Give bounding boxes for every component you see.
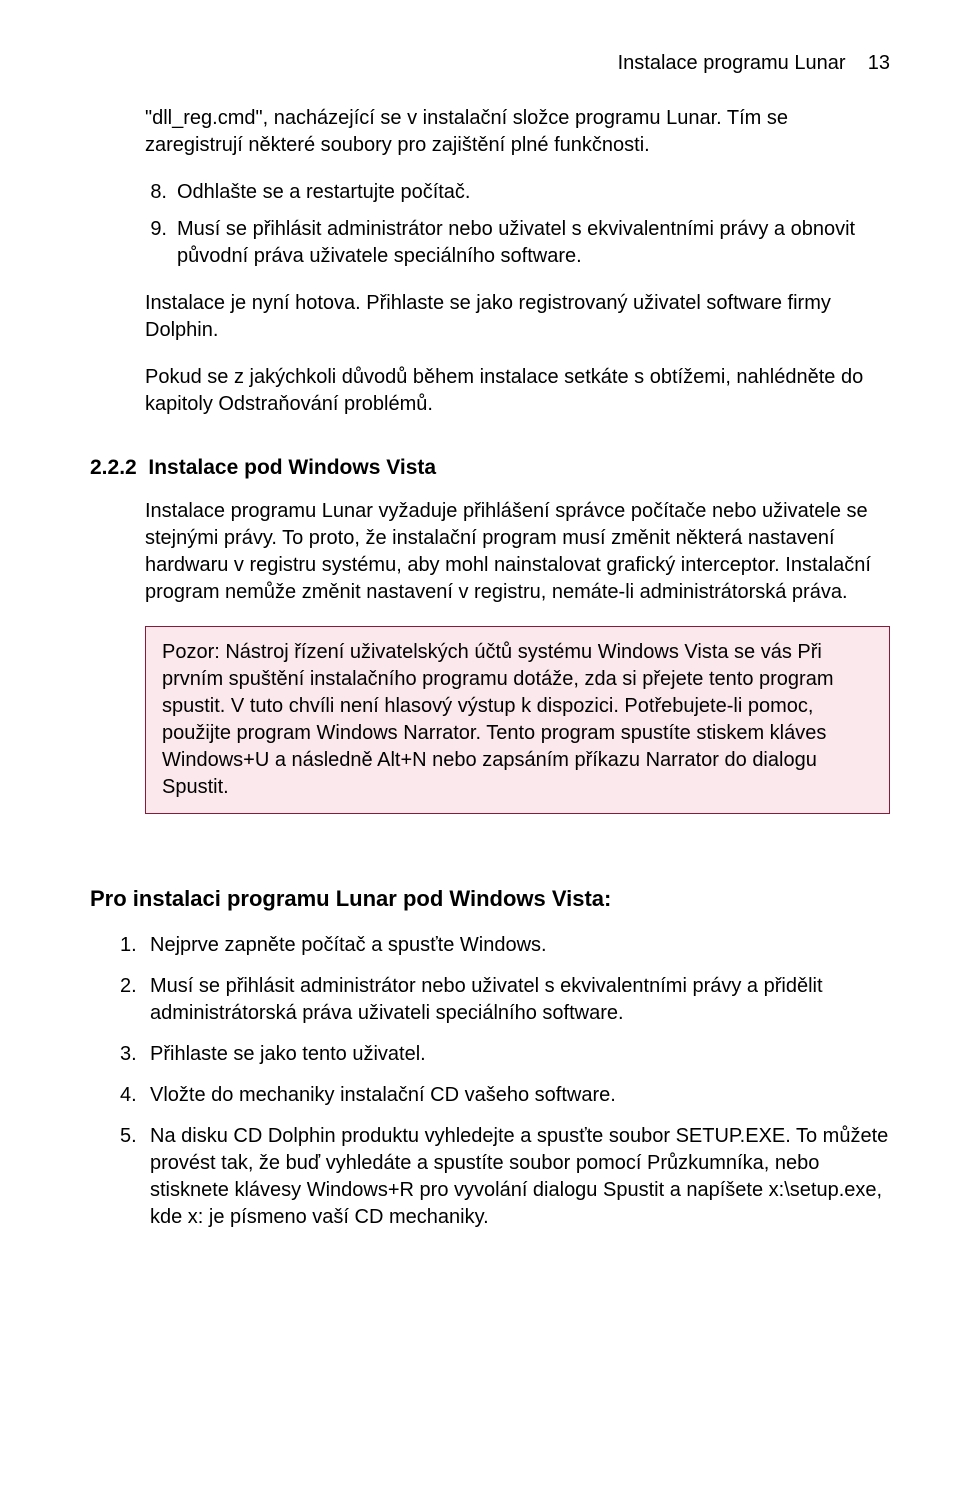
- list-text: Na disku CD Dolphin produktu vyhledejte …: [150, 1123, 890, 1231]
- list-marker: 3.: [120, 1041, 140, 1068]
- subheading: Pro instalaci programu Lunar pod Windows…: [90, 884, 890, 914]
- warning-callout: Pozor: Nástroj řízení uživatelských účtů…: [145, 626, 890, 814]
- list-text: Musí se přihlásit administrátor nebo uži…: [150, 973, 890, 1027]
- instruction-list: 1. Nejprve zapněte počítač a spusťte Win…: [90, 932, 890, 1231]
- list-text: Nejprve zapněte počítač a spusťte Window…: [150, 932, 547, 959]
- paragraph: Instalace je nyní hotova. Přihlaste se j…: [145, 290, 890, 344]
- list-marker: 9.: [145, 216, 167, 270]
- page-header: Instalace programu Lunar 13: [90, 50, 890, 77]
- list-text: Přihlaste se jako tento uživatel.: [150, 1041, 426, 1068]
- section-heading: 2.2.2 Instalace pod Windows Vista: [90, 454, 890, 482]
- paragraph: Pokud se z jakýchkoli důvodů během insta…: [145, 364, 890, 418]
- list-marker: 2.: [120, 973, 140, 1027]
- list-item: 5. Na disku CD Dolphin produktu vyhledej…: [120, 1123, 890, 1231]
- page-number: 13: [868, 52, 890, 74]
- list-item: 9. Musí se přihlásit administrátor nebo …: [145, 216, 890, 270]
- continued-list: 8. Odhlašte se a restartujte počítač. 9.…: [145, 179, 890, 270]
- list-item: 8. Odhlašte se a restartujte počítač.: [145, 179, 890, 206]
- list-item: 1. Nejprve zapněte počítač a spusťte Win…: [120, 932, 890, 959]
- header-title: Instalace programu Lunar: [618, 52, 846, 74]
- section-number: 2.2.2: [90, 456, 137, 479]
- section-title: Instalace pod Windows Vista: [148, 456, 436, 479]
- list-item: 4. Vložte do mechaniky instalační CD vaš…: [120, 1082, 890, 1109]
- list-text: Vložte do mechaniky instalační CD vašeho…: [150, 1082, 616, 1109]
- list-text: Odhlašte se a restartujte počítač.: [177, 179, 471, 206]
- paragraph: Instalace programu Lunar vyžaduje přihlá…: [145, 498, 890, 606]
- list-marker: 4.: [120, 1082, 140, 1109]
- callout-text: Pozor: Nástroj řízení uživatelských účtů…: [162, 641, 833, 798]
- intro-paragraph: "dll_reg.cmd", nacházející se v instalač…: [145, 105, 890, 159]
- list-marker: 5.: [120, 1123, 140, 1231]
- list-marker: 8.: [145, 179, 167, 206]
- list-item: 2. Musí se přihlásit administrátor nebo …: [120, 973, 890, 1027]
- list-item: 3. Přihlaste se jako tento uživatel.: [120, 1041, 890, 1068]
- list-text: Musí se přihlásit administrátor nebo uži…: [177, 216, 890, 270]
- list-marker: 1.: [120, 932, 140, 959]
